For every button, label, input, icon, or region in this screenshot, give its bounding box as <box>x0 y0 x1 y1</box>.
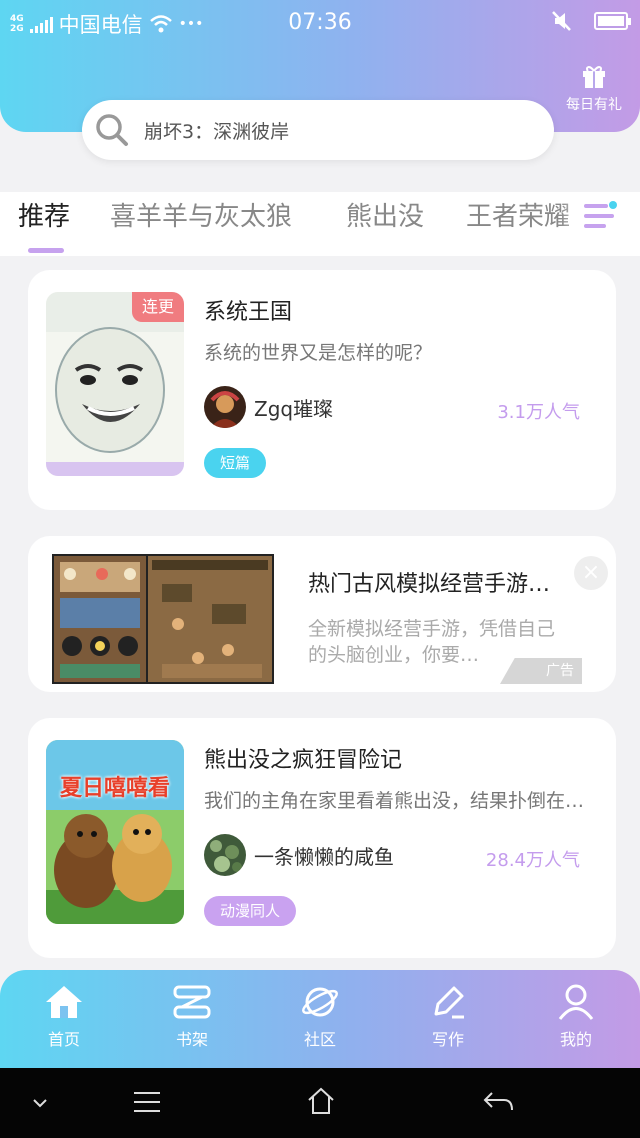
ad-close-button[interactable]: × <box>574 556 608 590</box>
story-card[interactable]: 夏日嘻嘻看 熊出没之疯狂冒险记 我们的主角在家里看着熊出没，结果扑倒在电视上… … <box>28 718 616 958</box>
nav-profile-label: 我的 <box>559 1030 592 1049</box>
menu-icon[interactable] <box>132 1090 162 1114</box>
category-menu-icon[interactable] <box>584 198 620 234</box>
story-tag[interactable]: 短篇 <box>204 448 267 478</box>
pen-icon <box>434 986 464 1019</box>
tab-honor-of-kings[interactable]: 王者荣耀 <box>466 196 570 233</box>
search-icon <box>96 114 128 146</box>
story-title: 熊出没之疯狂冒险记 <box>204 748 403 773</box>
mute-icon <box>552 11 571 31</box>
planet-icon <box>302 987 338 1017</box>
bookshelf-icon <box>173 985 211 1019</box>
author-name: Zgq璀璨 <box>254 396 334 421</box>
ad-title: 热门古风模拟经营手游… <box>308 572 551 597</box>
nav-bookshelf[interactable]: 书架 <box>142 984 242 1050</box>
system-nav-bar <box>0 1068 640 1138</box>
back-icon[interactable] <box>482 1090 514 1114</box>
author-info[interactable]: Zgq璀璨 <box>204 386 333 428</box>
popularity-count: 28.4万人气 <box>485 850 580 871</box>
nav-community-label: 社区 <box>303 1030 336 1049</box>
daily-gift-label: 每日有礼 <box>566 97 622 113</box>
nav-community[interactable]: 社区 <box>270 984 370 1050</box>
author-name: 一条懒懒的咸鱼 <box>254 844 394 869</box>
search-bar[interactable]: 崩坏3：深渊彼岸 <box>82 100 554 160</box>
category-tabs: 推荐 喜羊羊与灰太狼 熊出没 王者荣耀 <box>0 192 640 256</box>
home-icon <box>46 986 82 1018</box>
search-placeholder: 崩坏3：深渊彼岸 <box>144 120 290 143</box>
feed: 连更 系统王国 系统的世界又是怎样的呢？ Zgq璀璨 3.1万人气 短篇 热门古… <box>0 256 640 968</box>
home-key-icon[interactable] <box>306 1086 336 1116</box>
user-icon <box>558 984 594 1020</box>
bottom-nav: 首页 书架 社区 写作 我的 <box>0 970 640 1068</box>
story-description: 系统的世界又是怎样的呢？ <box>204 342 433 364</box>
avatar <box>204 834 246 876</box>
gift-icon <box>583 66 605 88</box>
story-description: 我们的主角在家里看着熊出没，结果扑倒在电视上… <box>204 790 596 812</box>
cover-title-text: 夏日嘻嘻看 <box>59 776 170 801</box>
status-bar: 4G 2G 中国电信 ••• 07:36 <box>0 0 640 46</box>
nav-write[interactable]: 写作 <box>398 984 498 1050</box>
popularity-count: 3.1万人气 <box>497 402 580 423</box>
story-title: 系统王国 <box>204 300 293 325</box>
ad-card[interactable]: 热门古风模拟经营手游… 全新模拟经营手游，凭借自己的头脑创业，你要… × 广告 <box>28 536 616 692</box>
ad-image <box>52 554 274 684</box>
story-tag[interactable]: 动漫同人 <box>204 896 297 926</box>
tab-pleasant-goat[interactable]: 喜羊羊与灰太狼 <box>110 196 292 233</box>
nav-bookshelf-label: 书架 <box>175 1030 208 1049</box>
active-tab-indicator <box>28 248 64 253</box>
nav-write-label: 写作 <box>431 1030 464 1049</box>
nav-home-label: 首页 <box>47 1030 80 1049</box>
story-card[interactable]: 连更 系统王国 系统的世界又是怎样的呢？ Zgq璀璨 3.1万人气 短篇 <box>28 270 616 510</box>
author-info[interactable]: 一条懒懒的咸鱼 <box>204 834 394 876</box>
battery-icon <box>594 12 631 30</box>
nav-profile[interactable]: 我的 <box>526 984 626 1050</box>
daily-gift-button[interactable]: 每日有礼 <box>562 62 626 114</box>
tab-boonie-bears[interactable]: 熊出没 <box>346 196 424 233</box>
chevron-down-icon[interactable] <box>30 1096 50 1110</box>
story-cover: 夏日嘻嘻看 <box>46 740 184 924</box>
avatar <box>204 386 246 428</box>
serial-badge: 连更 <box>132 292 184 322</box>
bear-cover-image <box>46 740 184 924</box>
clock: 07:36 <box>288 10 352 35</box>
nav-home[interactable]: 首页 <box>14 984 114 1050</box>
story-cover: 连更 <box>46 292 184 476</box>
tab-recommend[interactable]: 推荐 <box>18 196 70 233</box>
